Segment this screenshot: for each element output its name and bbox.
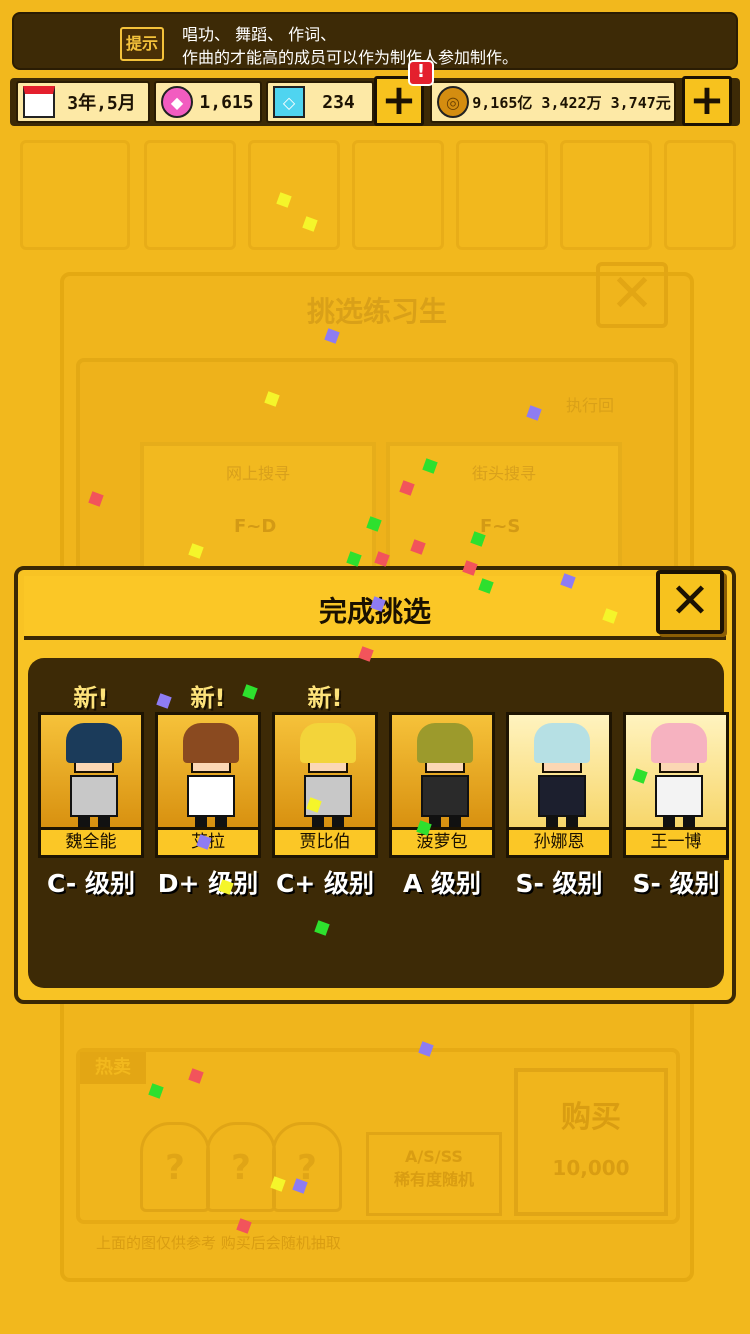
trainee-avatar <box>647 721 711 827</box>
close-button[interactable]: ✕ <box>656 570 724 634</box>
money-counter: ◎ 9,165亿 3,422万 3,747元 <box>430 81 676 123</box>
background-menu-grid <box>20 140 736 260</box>
rarity-random-label: A/S/SS 稀有度随机 <box>366 1132 502 1216</box>
background-close-icon[interactable]: ✕ <box>596 262 668 328</box>
trainee-outfit <box>187 775 235 817</box>
background-menu-cell <box>456 140 548 250</box>
trainee-card[interactable]: 菠萝包 A 级别 <box>389 712 495 898</box>
trainee-avatar <box>413 721 477 827</box>
trainee-name: 孙娜恩 <box>506 830 612 858</box>
trainee-legs <box>78 815 110 827</box>
tip-banner: 提示 唱功、 舞蹈、 作词、 作曲的才能高的成员可以作为制作人参加制作。 <box>12 12 738 70</box>
trainee-grade: C- 级别 <box>46 869 135 898</box>
trainee-hair <box>300 723 356 763</box>
background-menu-cell <box>248 140 340 250</box>
buy-label: 购买 <box>561 1100 621 1135</box>
trainee-legs <box>663 815 695 827</box>
resource-bar: 3年,5月 ◆ 1,615 ◇ 234 + ◎ 9,165亿 3,422万 3,… <box>10 76 740 126</box>
trainee-hair <box>66 723 122 763</box>
trainee-avatar <box>62 721 126 827</box>
trainee-grade: D+ 级别 <box>157 869 259 898</box>
trainee-grade: S- 级别 <box>515 869 603 898</box>
alert-icon[interactable]: ! <box>408 60 434 86</box>
background-menu-cell <box>352 140 444 250</box>
trainee-card[interactable]: 新! 魏全能 C- 级别 <box>38 684 144 898</box>
coin-icon: ◎ <box>437 86 469 118</box>
trainee-card-list: 新! 魏全能 C- 级别 新! D+ 级别 新! 贾比伯 C+ 级别 菠萝包 A… <box>38 684 729 898</box>
trainee-avatar <box>179 721 243 827</box>
street-search-card[interactable]: 街头搜寻 F~S <box>386 442 622 582</box>
background-menu-cell <box>664 140 736 250</box>
tip-text-line-1: 唱功、 舞蹈、 作词、 <box>182 25 337 44</box>
buy-button[interactable]: 购买 10,000 <box>514 1068 668 1216</box>
mystery-figure-icon: ? <box>272 1122 342 1212</box>
trainee-portrait <box>389 712 495 830</box>
trainee-legs <box>195 815 227 827</box>
trainee-grade: C+ 级别 <box>276 869 374 898</box>
trainee-hair <box>534 723 590 763</box>
new-badge: 新! <box>73 684 109 712</box>
trainee-portrait <box>155 712 261 830</box>
diamond-counter: ◇ 234 <box>266 81 374 123</box>
trainee-hair <box>417 723 473 763</box>
trainee-portrait <box>38 712 144 830</box>
gacha-shop-panel: 热卖 ? ? ? A/S/SS 稀有度随机 购买 10,000 <box>76 1048 680 1224</box>
hot-sale-badge: 热卖 <box>80 1052 146 1084</box>
background-menu-cell <box>144 140 236 250</box>
trainee-grade: A 级别 <box>402 869 482 898</box>
diamond-value: 234 <box>322 91 355 113</box>
trainee-hair <box>183 723 239 763</box>
trainee-outfit <box>70 775 118 817</box>
trainee-hair <box>651 723 707 763</box>
trainee-grade: S- 级别 <box>632 869 720 898</box>
trainee-portrait <box>272 712 378 830</box>
tip-text-line-2: 作曲的才能高的成员可以作为制作人参加制作。 <box>182 48 519 67</box>
trainee-portrait <box>506 712 612 830</box>
trainee-avatar <box>530 721 594 827</box>
background-menu-cell <box>20 140 130 250</box>
trainee-name: 菠萝包 <box>389 830 495 858</box>
online-search-card[interactable]: 网上搜寻 F~D <box>140 442 376 582</box>
trainee-card[interactable]: 孙娜恩 S- 级别 <box>506 712 612 898</box>
date-display: 3年,5月 <box>16 81 150 123</box>
gem-counter: ◆ 1,615 <box>154 81 262 123</box>
close-icon: ✕ <box>669 573 711 629</box>
trainee-card[interactable]: 新! 贾比伯 C+ 级别 <box>272 684 378 898</box>
mystery-figure-icon: ? <box>140 1122 210 1212</box>
add-money-button[interactable]: + <box>682 76 732 126</box>
tip-badge: 提示 <box>120 27 164 61</box>
mystery-figure-icon: ? <box>206 1122 276 1212</box>
pink-gem-icon: ◆ <box>161 86 193 118</box>
trainee-legs <box>312 815 344 827</box>
date-value: 3年,5月 <box>67 93 136 114</box>
trainee-outfit <box>538 775 586 817</box>
trainee-legs <box>429 815 461 827</box>
street-search-range: F~S <box>480 516 521 537</box>
trainee-name: 王一博 <box>623 830 729 858</box>
trainee-avatar <box>296 721 360 827</box>
trainee-outfit <box>421 775 469 817</box>
trainee-legs <box>546 815 578 827</box>
buy-price: 10,000 <box>552 1156 630 1180</box>
trainee-name: 贾比伯 <box>272 830 378 858</box>
diamond-icon: ◇ <box>273 86 305 118</box>
gem-value: 1,615 <box>199 91 254 113</box>
online-search-title: 网上搜寻 <box>225 464 290 483</box>
new-badge: 新! <box>307 684 343 712</box>
trainee-results: 新! 魏全能 C- 级别 新! D+ 级别 新! 贾比伯 C+ 级别 菠萝包 A… <box>28 658 729 988</box>
trainee-outfit <box>655 775 703 817</box>
money-value: 9,165亿 3,422万 3,747元 <box>472 93 671 112</box>
selection-complete-dialog: 完成挑选 ✕ 新! 魏全能 C- 级别 新! D+ 级别 新! 贾比伯 C+ 级… <box>14 566 736 1004</box>
calendar-icon <box>23 86 55 118</box>
online-search-range: F~D <box>234 516 277 537</box>
gacha-note: 上面的图仅供参考 购买后会随机抽取 <box>96 1234 341 1252</box>
trainee-name: 魏全能 <box>38 830 144 858</box>
trainee-card[interactable]: 王一博 S- 级别 <box>623 712 729 898</box>
sort-label[interactable]: 执行回 <box>566 392 614 416</box>
background-menu-cell <box>560 140 652 250</box>
